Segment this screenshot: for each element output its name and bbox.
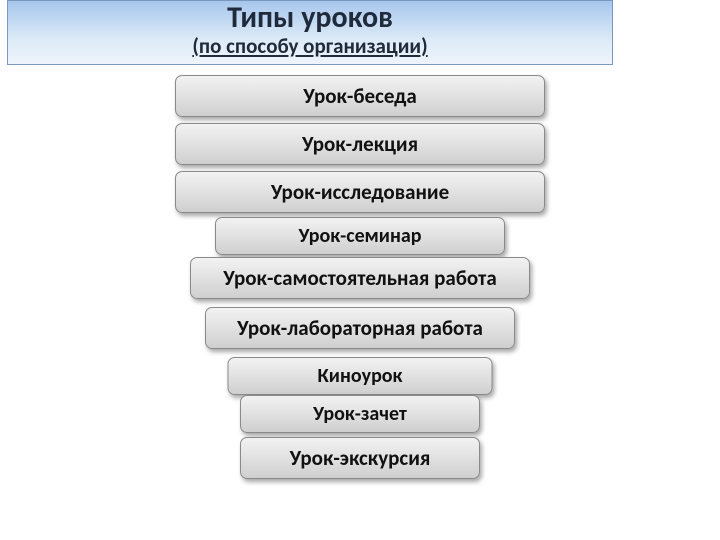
list-item: Урок-беседа [175, 75, 545, 117]
page-subtitle: (по способу организации) [8, 33, 612, 60]
list-item: Урок-исследование [175, 171, 545, 213]
list-item: Урок-лабораторная работа [205, 307, 515, 349]
header-panel: Типы уроков (по способу организации) [7, 0, 613, 65]
page-title: Типы уроков [8, 1, 612, 33]
list-item: Киноурок [228, 357, 493, 395]
list-item: Урок-самостоятельная работа [190, 257, 530, 299]
list-item: Урок-экскурсия [240, 437, 480, 479]
list-item: Урок-зачет [240, 395, 480, 433]
list-item: Урок-лекция [175, 123, 545, 165]
list-item: Урок-семинар [215, 217, 505, 255]
